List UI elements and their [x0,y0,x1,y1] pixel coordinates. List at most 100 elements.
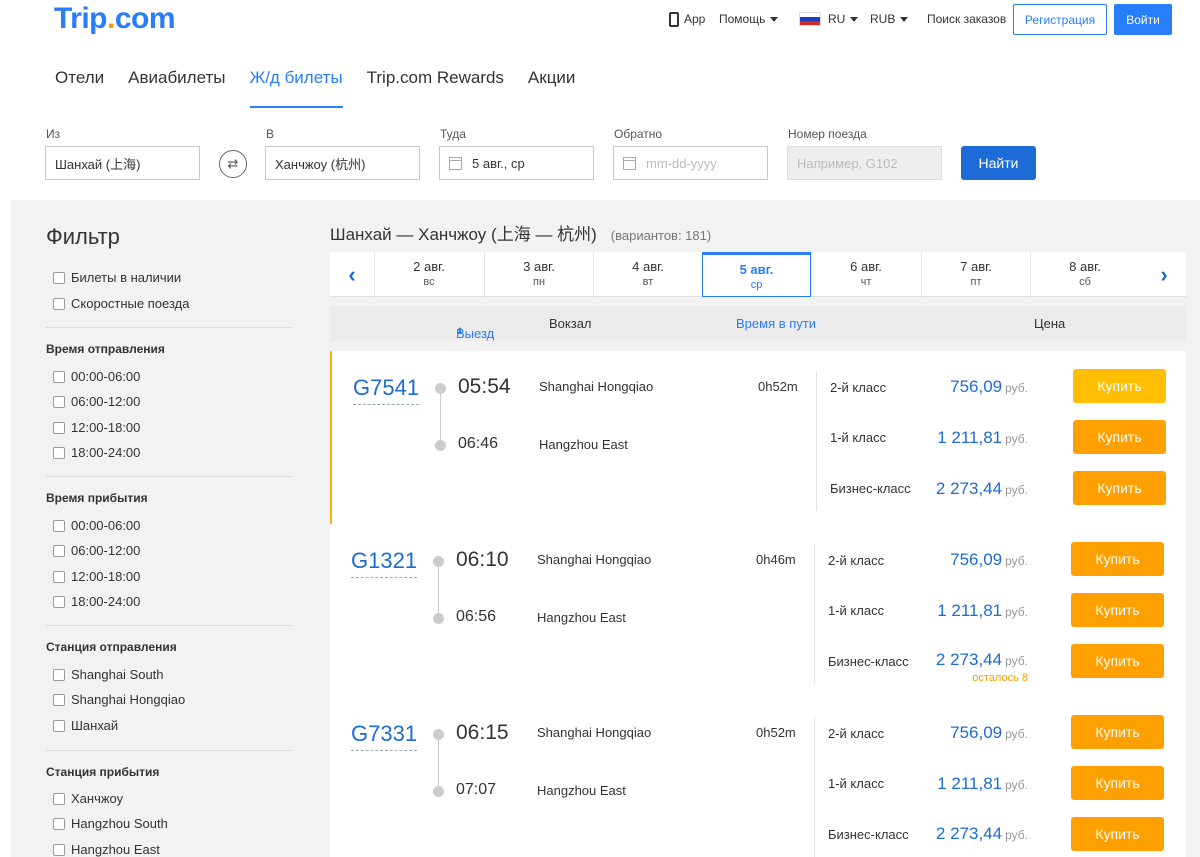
search-button[interactable]: Найти [961,146,1036,180]
return-date-input[interactable]: mm-dd-yyyy [613,146,768,180]
price: 2 273,44 руб. [935,824,1028,843]
checkbox[interactable] [53,570,65,583]
language-menu[interactable]: RU [799,0,859,38]
date-tab-selected[interactable]: 5 авг. ср [702,252,811,297]
checkbox[interactable] [53,817,65,830]
arr-station-title: Станция прибытия [46,765,160,779]
train-number-label: Номер поезда [788,127,867,141]
date-tab[interactable]: 7 авг. пт [921,252,1030,297]
filter-dep-time[interactable]: 18:00-24:00 [53,445,140,460]
checkbox[interactable] [53,271,65,284]
checkbox[interactable] [53,395,65,408]
price: 1 211,81 руб. [937,428,1028,447]
buy-button[interactable]: Купить [1073,471,1166,505]
arrive-station: Hangzhou East [537,610,626,625]
sort-duration[interactable]: Время в пути [736,316,816,331]
login-button[interactable]: Войти [1114,4,1172,35]
swap-icon[interactable]: ⇄ [219,150,247,178]
filter-arr-time[interactable]: 12:00-18:00 [53,569,140,584]
date-tab[interactable]: 4 авг. вт [593,252,702,297]
class-name: 1-й класс [830,430,887,445]
date-tab[interactable]: 2 авг. вс [374,252,483,297]
filter-arr-time[interactable]: 18:00-24:00 [53,594,140,609]
filter-arr-station[interactable]: Ханчжоу [53,791,123,806]
chevron-right-icon[interactable]: › [1142,252,1186,297]
filter-arr-station[interactable]: Hangzhou East [53,842,160,857]
filter-dep-station[interactable]: Shanghai South [53,667,164,682]
from-label: Из [46,127,61,141]
checkbox[interactable] [53,544,65,557]
train-number-input[interactable]: Например, G102 [787,146,942,180]
checkbox[interactable] [53,792,65,805]
arrive-time: 06:46 [458,435,499,452]
train-card: G7331 06:15 07:07 Shanghai Hongqiao Hang… [330,697,1186,857]
divider [814,717,815,857]
buy-button[interactable]: Купить [1071,817,1164,851]
main-nav: Отели Авиабилеты Ж/д билеты Trip.com Rew… [55,68,599,108]
filter-dep-station[interactable]: Шанхай [53,718,118,733]
filter-arr-time[interactable]: 00:00-06:00 [53,518,140,533]
depart-station: Shanghai Hongqiao [539,379,654,394]
header-price: Цена [1034,316,1066,331]
to-input[interactable]: Ханчжоу (杭州) [265,146,420,180]
price: 2 273,44 руб. [935,479,1028,498]
train-code[interactable]: G7541 [353,375,420,405]
train-code[interactable]: G7331 [351,721,418,751]
arrive-station: Hangzhou East [539,437,628,452]
chevron-left-icon[interactable]: ‹ [330,252,374,297]
nav-trains[interactable]: Ж/д билеты [249,68,343,108]
filter-high-speed[interactable]: Скоростные поезда [53,296,189,311]
checkbox[interactable] [53,421,65,434]
filter-arr-time[interactable]: 06:00-12:00 [53,543,140,558]
checkbox[interactable] [53,446,65,459]
date-tab[interactable]: 8 авг. сб [1030,252,1139,297]
trip-logo[interactable]: Trip.com [54,2,176,36]
filter-dep-time[interactable]: 12:00-18:00 [53,420,140,435]
date-tab[interactable]: 3 авг. пн [484,252,593,297]
buy-button[interactable]: Купить [1071,542,1164,576]
currency-menu[interactable]: RUB [870,0,909,38]
class-name: Бизнес-класс [830,481,911,496]
checkbox[interactable] [53,519,65,532]
order-search-link[interactable]: Поиск заказов [927,0,1006,38]
checkbox[interactable] [53,843,65,856]
buy-button[interactable]: Купить [1071,644,1164,678]
nav-deals[interactable]: Акции [528,68,576,108]
filter-arr-station[interactable]: Hangzhou South [53,816,168,831]
divider [814,544,815,684]
train-card: G1321 06:10 06:56 Shanghai Hongqiao Hang… [330,524,1186,697]
buy-button[interactable]: Купить [1073,420,1166,454]
checkbox[interactable] [53,297,65,310]
calendar-icon [623,156,636,170]
app-link[interactable]: App [669,0,705,38]
top-bar: Trip.com App Помощь RU RUB Поиск заказов… [0,0,1200,200]
filter-dep-time[interactable]: 00:00-06:00 [53,369,140,384]
checkbox[interactable] [53,719,65,732]
route-line [438,564,439,618]
filter-dep-time[interactable]: 06:00-12:00 [53,394,140,409]
route-dot [435,440,446,451]
help-menu[interactable]: Помощь [719,0,779,38]
depart-date-input[interactable]: 5 авг., ср [439,146,594,180]
arrive-time: 07:07 [456,781,497,798]
from-input[interactable]: Шанхай (上海) [45,146,200,180]
buy-button[interactable]: Купить [1071,715,1164,749]
checkbox[interactable] [53,595,65,608]
nav-rewards[interactable]: Trip.com Rewards [367,68,504,108]
arr-time-title: Время прибытия [46,491,148,505]
buy-button[interactable]: Купить [1071,766,1164,800]
filter-dep-station[interactable]: Shanghai Hongqiao [53,692,185,707]
checkbox[interactable] [53,668,65,681]
buy-button[interactable]: Купить [1073,369,1166,403]
buy-button[interactable]: Купить [1071,593,1164,627]
nav-hotels[interactable]: Отели [55,68,104,108]
filter-in-stock[interactable]: Билеты в наличии [53,270,181,285]
register-button[interactable]: Регистрация [1013,4,1107,35]
seats-left: осталось 8 [972,672,1028,684]
nav-flights[interactable]: Авиабилеты [128,68,225,108]
checkbox[interactable] [53,370,65,383]
date-tab[interactable]: 6 авг. чт [811,252,920,297]
train-code[interactable]: G1321 [351,548,418,578]
calendar-icon [449,156,462,170]
checkbox[interactable] [53,693,65,706]
